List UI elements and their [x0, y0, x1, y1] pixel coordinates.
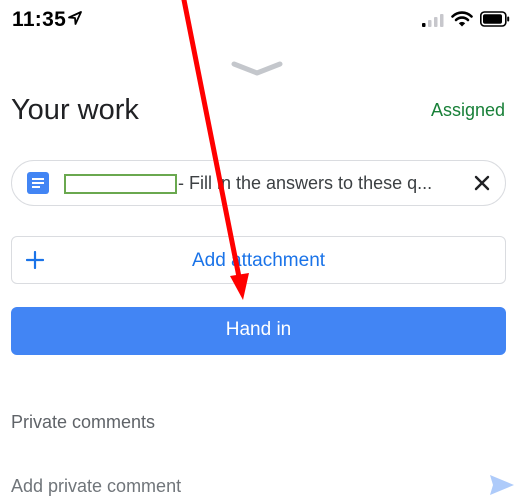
assignment-status: Assigned — [430, 100, 505, 120]
page-title: Your work — [11, 94, 139, 126]
close-icon[interactable] — [474, 175, 490, 191]
wifi-icon — [451, 11, 473, 27]
add-attachment-label: Add attachment — [191, 250, 326, 271]
signal-icon — [422, 14, 444, 27]
document-icon — [27, 172, 49, 194]
status-bar: 11:35 — [0, 0, 517, 44]
send-icon[interactable] — [489, 474, 515, 496]
status-time: 11:35 — [12, 8, 67, 31]
add-attachment-button[interactable]: Add attachment — [11, 236, 506, 284]
hand-in-label: Hand in — [225, 319, 292, 340]
private-comment-input[interactable] — [11, 474, 451, 497]
hand-in-button[interactable]: Hand in — [11, 307, 506, 355]
battery-icon — [480, 11, 510, 27]
location-arrow-icon — [68, 11, 82, 25]
attachment-title: - Fill in the answers to these q... — [178, 173, 433, 193]
attachment-chip[interactable]: - Fill in the answers to these q... — [11, 160, 506, 206]
chevron-down-icon[interactable] — [230, 60, 284, 78]
redacted-name-box — [64, 174, 177, 194]
private-comments-heading: Private comments — [11, 412, 156, 432]
